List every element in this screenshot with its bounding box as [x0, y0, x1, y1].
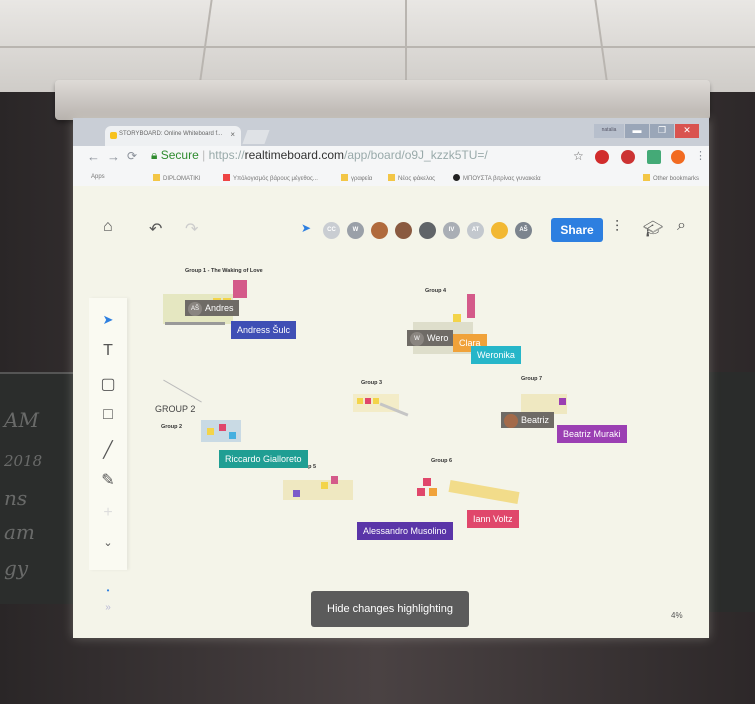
more-tool-icon[interactable]: +: [89, 504, 127, 522]
sticky-note-tool-icon[interactable]: ▢: [89, 374, 127, 394]
group-title[interactable]: Group 3: [361, 380, 382, 386]
browser-tab-strip: STORYBOARD: Online Whiteboard f... × nat…: [73, 118, 709, 146]
group-title[interactable]: Group 7: [521, 376, 542, 382]
undo-icon[interactable]: ↶: [149, 219, 162, 239]
line-tool-icon[interactable]: ╱: [89, 440, 127, 460]
pinterest-extension-icon[interactable]: [595, 150, 609, 164]
dot-indicator-icon: •: [106, 586, 110, 595]
lock-icon: 🔒︎: [151, 148, 158, 162]
reload-icon[interactable]: ⟳: [127, 149, 137, 163]
avatar[interactable]: CC: [323, 222, 340, 239]
close-window-icon[interactable]: ✕: [675, 124, 699, 138]
window-controls: natalia ▬ ❐ ✕: [594, 124, 699, 138]
select-cursor-icon[interactable]: ➤: [301, 221, 311, 235]
cursor-avatar: W: [410, 332, 424, 346]
avatar[interactable]: AT: [467, 222, 484, 239]
bookmark-new-folder[interactable]: Νέος φάκελος: [388, 174, 435, 182]
cursor-label: Beatriz Muraki: [557, 425, 627, 443]
bookmark-other[interactable]: Other bookmarks: [643, 174, 699, 182]
url-host: realtimeboard.com: [244, 148, 344, 162]
group-title[interactable]: Group 6: [431, 458, 452, 464]
expand-tools-icon[interactable]: ⌄: [89, 536, 127, 549]
pen-tool-icon[interactable]: ✎: [89, 470, 127, 490]
blackboard-left: AM 2018 ns am gy: [0, 372, 80, 604]
hide-changes-button[interactable]: Hide changes highlighting: [311, 591, 469, 627]
chalk-text: gy: [4, 556, 29, 580]
profile-chip[interactable]: natalia: [594, 124, 624, 138]
address-bar-row: ← → ⟳ 🔒︎ Secure | https://realtimeboard.…: [73, 146, 709, 170]
bookmark-apps[interactable]: Apps: [91, 174, 105, 180]
cursor-label: Iann Voltz: [467, 510, 519, 528]
browser-menu-icon[interactable]: ⋮: [695, 149, 706, 162]
tab-title: STORYBOARD: Online Whiteboard f...: [119, 131, 223, 137]
extension-flame-icon[interactable]: [671, 150, 685, 164]
learning-cap-icon[interactable]: 🎓︎: [643, 219, 663, 239]
browser-tab[interactable]: STORYBOARD: Online Whiteboard f... ×: [105, 126, 241, 146]
chalk-text: AM: [4, 408, 39, 432]
address-bar[interactable]: 🔒︎ Secure | https://realtimeboard.com/ap…: [151, 148, 488, 163]
bookmark-diplomatiki[interactable]: DIPLOMATIKI: [153, 174, 201, 182]
left-toolbar: ➤ T ▢ □ ╱ ✎ + ⌄: [89, 298, 127, 570]
star-icon[interactable]: ☆: [573, 149, 584, 163]
share-button[interactable]: Share: [551, 218, 603, 242]
realtimeboard-favicon-icon: [110, 132, 117, 139]
shape-tool-icon[interactable]: □: [89, 406, 127, 424]
cursor-label: Andress Šulc: [231, 321, 297, 339]
redo-icon[interactable]: ↷: [185, 219, 198, 239]
avatar[interactable]: AŠ: [515, 222, 532, 239]
abp-extension-icon[interactable]: [621, 150, 635, 164]
cursor-avatar: [504, 414, 518, 428]
zoom-level[interactable]: 4%: [671, 611, 683, 620]
settings-sliders-icon[interactable]: ⫶: [615, 219, 619, 237]
bookmark-weight-calc[interactable]: Υπόλογισμός βάρους μέγεθος...: [223, 174, 318, 182]
avatar[interactable]: [395, 222, 412, 239]
select-tool-icon[interactable]: ➤: [89, 312, 127, 328]
bookmark-boutique[interactable]: ΜΠΟΥΣΤΑ βιτρίνας γυναικεία: [453, 174, 541, 182]
back-arrow-icon[interactable]: ←: [87, 149, 100, 164]
projector-screen-housing: [55, 80, 710, 120]
group-title[interactable]: Group 4: [425, 288, 446, 294]
avatar[interactable]: [419, 222, 436, 239]
projected-screen: STORYBOARD: Online Whiteboard f... × nat…: [73, 118, 709, 638]
tab-close-icon[interactable]: ×: [230, 130, 235, 139]
minimize-icon[interactable]: ▬: [625, 124, 649, 138]
ceiling: [0, 0, 755, 92]
cursor-avatar: AŠ: [188, 302, 202, 316]
text-tool-icon[interactable]: T: [89, 342, 127, 360]
cursor-chip: W Wero: [407, 330, 454, 346]
avatar[interactable]: [371, 222, 388, 239]
avatar[interactable]: W: [347, 222, 364, 239]
search-icon[interactable]: ⌕: [677, 217, 686, 235]
forward-arrow-icon[interactable]: →: [107, 149, 120, 164]
new-tab-button[interactable]: [242, 130, 270, 144]
cursor-label: Alessandro Musolino: [357, 522, 453, 540]
chalk-text: am: [4, 520, 35, 544]
bookmarks-bar: Apps DIPLOMATIKI Υπόλογισμός βάρους μέγε…: [73, 170, 709, 187]
cursor-chip: AŠ Andres: [185, 300, 239, 316]
avatar[interactable]: IV: [443, 222, 460, 239]
url-path: /app/board/o9J_kzzk5TU=/: [343, 148, 488, 162]
group-title[interactable]: Group 1 - The Waking of Love: [185, 268, 263, 274]
secure-label: Secure: [160, 148, 199, 162]
cursor-chip: Beatriz: [501, 412, 555, 428]
url-scheme: https://: [208, 148, 245, 162]
chalk-text: 2018: [4, 452, 43, 470]
home-icon[interactable]: ⌂: [103, 218, 113, 236]
collapse-panel-icon[interactable]: »: [89, 602, 127, 613]
avatar[interactable]: [491, 222, 508, 239]
extension-icon[interactable]: [647, 150, 661, 164]
cursor-label: Riccardo Gialloreto: [219, 450, 308, 468]
cursor-label: Weronika: [471, 346, 521, 364]
chalk-text: ns: [4, 486, 28, 510]
bookmark-grafeia[interactable]: γραφεία: [341, 174, 372, 182]
maximize-icon[interactable]: ❐: [650, 124, 674, 138]
